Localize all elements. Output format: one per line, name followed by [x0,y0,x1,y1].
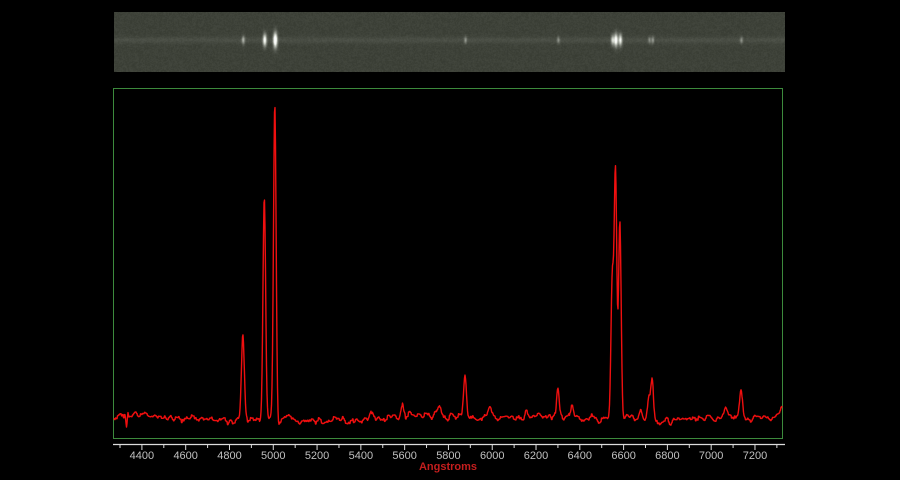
x-axis-tick-label: 4600 [164,450,208,462]
spectrum-trace-line [114,108,782,428]
x-axis-tick-label: 7200 [733,450,777,462]
1d-spectrum-plot [0,0,900,480]
x-axis-tick-label: 5200 [295,450,339,462]
x-axis-title: Angstroms [388,461,508,473]
spectroscopy-viewer: 4400460048005000520054005600580060006200… [0,0,900,480]
x-axis-tick-label: 4400 [120,450,164,462]
x-axis-tick-label: 7000 [689,450,733,462]
x-axis-tick-label: 6600 [602,450,646,462]
x-axis-tick-label: 5000 [251,450,295,462]
x-axis-tick-label: 4800 [207,450,251,462]
x-axis-tick-label: 6800 [645,450,689,462]
plot-border [114,89,783,439]
x-axis-tick-label: 6200 [514,450,558,462]
x-axis-tick-label: 6400 [558,450,602,462]
x-axis-tick-label: 5400 [339,450,383,462]
